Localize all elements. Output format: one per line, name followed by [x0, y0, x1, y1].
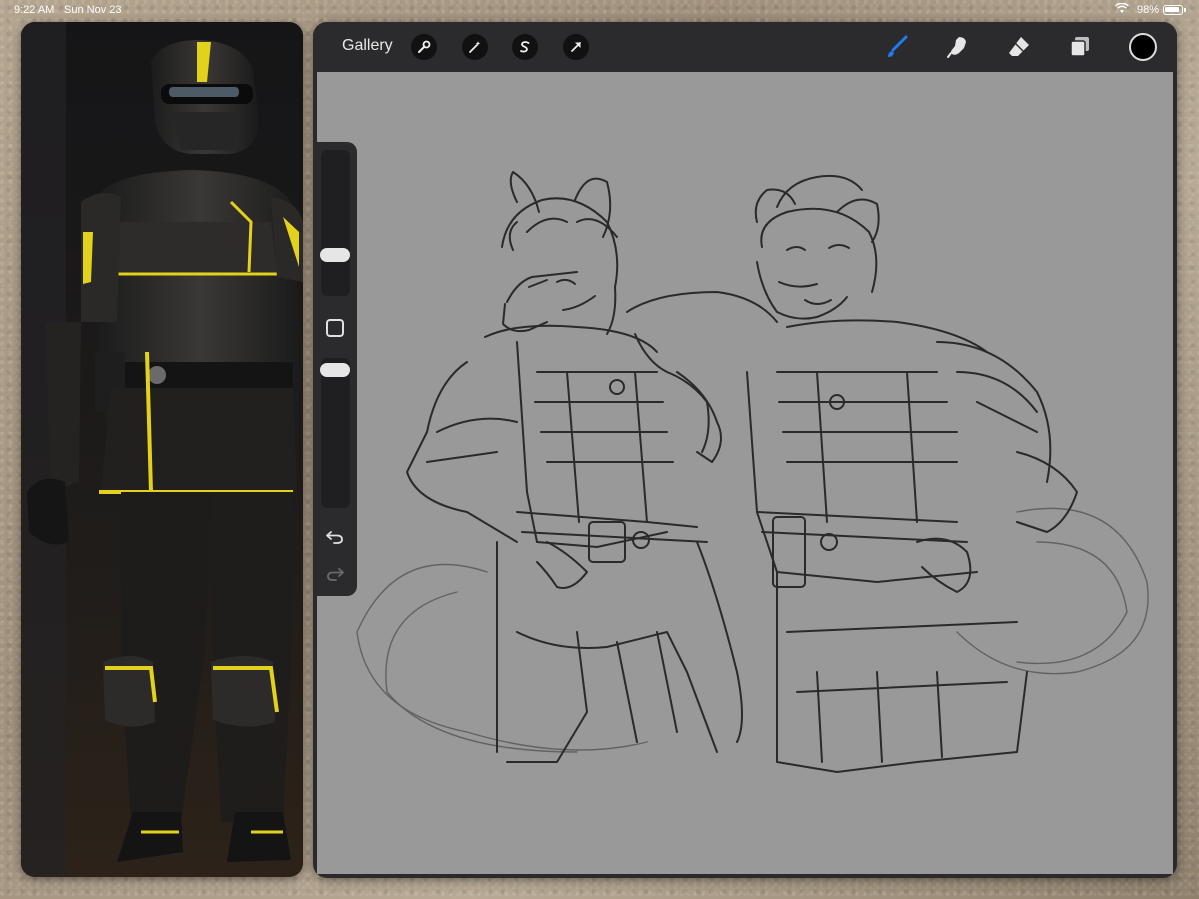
- actions-wrench-button[interactable]: [411, 34, 437, 60]
- status-time: 9:22 AM: [14, 4, 55, 16]
- smudge-tool-button[interactable]: [944, 33, 972, 61]
- wrench-icon: [418, 40, 431, 53]
- eraser-icon: [1009, 37, 1029, 56]
- eraser-tool-button[interactable]: [1005, 33, 1033, 61]
- gallery-button[interactable]: Gallery: [342, 37, 393, 55]
- layers-icon: [1070, 37, 1089, 57]
- status-bar: 9:22 AM Sun Nov 23 98%: [0, 0, 1199, 20]
- side-toolbar: [314, 142, 357, 596]
- transform-button[interactable]: [563, 34, 589, 60]
- battery-icon: [1163, 5, 1186, 15]
- opacity-thumb[interactable]: [320, 363, 350, 377]
- status-date: Sun Nov 23: [64, 4, 122, 16]
- transform-arrow-icon: [571, 42, 581, 52]
- battery-percent: 98%: [1136, 4, 1159, 16]
- modify-button[interactable]: [326, 319, 344, 337]
- redo-button[interactable]: [324, 565, 346, 583]
- procreate-app-window: Gallery: [313, 22, 1177, 878]
- redo-icon: [327, 568, 344, 581]
- reference-armored-soldier-image: [21, 22, 303, 877]
- sketch-artwork: [356, 171, 1149, 773]
- drawing-canvas[interactable]: [317, 72, 1173, 874]
- magic-wand-icon: [469, 41, 481, 53]
- selection-button[interactable]: [512, 34, 538, 60]
- smudge-icon: [947, 37, 966, 58]
- undo-icon: [326, 531, 343, 544]
- selection-icon: [520, 41, 530, 53]
- adjustments-button[interactable]: [462, 34, 488, 60]
- brush-tool-button[interactable]: [883, 33, 911, 61]
- color-picker-button[interactable]: [1129, 33, 1157, 61]
- undo-button[interactable]: [324, 528, 346, 546]
- wifi-icon: [1115, 3, 1129, 13]
- layers-button[interactable]: [1066, 33, 1094, 61]
- reference-image-window[interactable]: [21, 22, 303, 877]
- brush-size-slider[interactable]: [321, 150, 350, 296]
- opacity-slider[interactable]: [321, 358, 350, 508]
- top-toolbar: Gallery: [313, 22, 1177, 72]
- brush-icon: [888, 35, 908, 57]
- brush-size-thumb[interactable]: [320, 248, 350, 262]
